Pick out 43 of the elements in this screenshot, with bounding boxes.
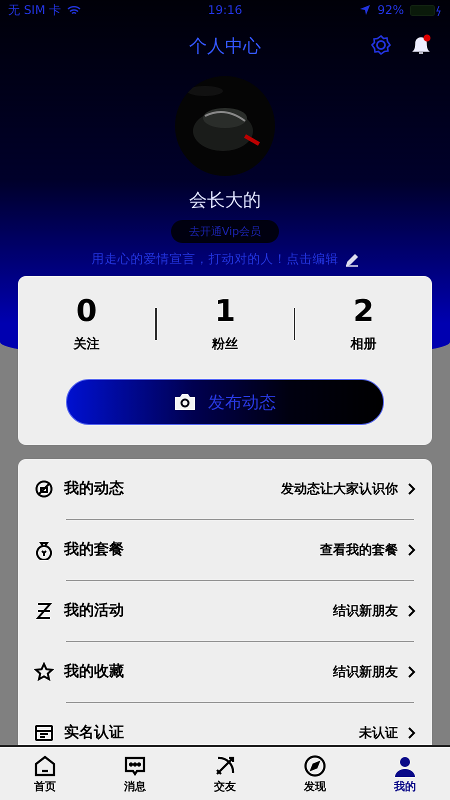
star-icon — [34, 662, 54, 682]
chevron-right-icon — [408, 666, 416, 678]
menu-item-hint: 未认证 — [359, 724, 398, 742]
menu-item-label[interactable]: 我的套餐 — [64, 540, 310, 560]
menu-item-label[interactable]: 实名认证 — [64, 723, 349, 742]
compass-icon — [303, 754, 327, 778]
id-card-icon — [34, 722, 54, 743]
chevron-right-icon — [408, 604, 416, 617]
navigation-icon — [359, 4, 372, 16]
menu-item-hint: 结识新朋友 — [333, 602, 398, 620]
notification-bell-icon[interactable] — [410, 34, 432, 56]
menu-item-hint: 发动态让大家认识你 — [281, 480, 398, 498]
tab-bar-item[interactable]: 首页 — [0, 747, 90, 800]
chevron-right-icon — [408, 544, 416, 556]
page-title: 个人中心 — [189, 35, 261, 58]
clock-text: 19:16 — [208, 3, 242, 17]
pencil-icon[interactable] — [344, 252, 358, 266]
camera-off-icon — [34, 478, 54, 499]
home-icon — [33, 754, 57, 778]
stat-label[interactable]: 关注 — [74, 335, 100, 353]
chevron-right-icon — [408, 726, 416, 739]
tab-bar-item[interactable]: 消息 — [90, 747, 180, 800]
menu-item-hint: 结识新朋友 — [333, 664, 398, 681]
battery-percentage: 92% — [377, 3, 404, 17]
menu-item-label[interactable]: 我的收藏 — [64, 662, 323, 682]
tab-bar-item[interactable]: 交友 — [180, 747, 270, 800]
wifi-icon — [67, 4, 82, 16]
battery-icon — [410, 4, 442, 16]
stat-count[interactable]: 2 — [353, 294, 374, 329]
settings-icon[interactable] — [370, 34, 392, 56]
camera-icon — [174, 393, 196, 411]
tab-bar-item[interactable]: 发现 — [270, 747, 360, 800]
tab-bar-item[interactable]: 我的 — [360, 747, 450, 800]
stat-label[interactable]: 粉丝 — [212, 335, 238, 353]
user-name: 会长大的 — [189, 189, 261, 212]
stat-label[interactable]: 相册 — [350, 335, 376, 353]
carrier-text: 无 SIM 卡 — [8, 2, 62, 18]
menu-item-label[interactable]: 我的活动 — [64, 601, 323, 620]
stat-count[interactable]: 1 — [214, 294, 236, 329]
menu-item-hint: 查看我的套餐 — [320, 542, 398, 559]
chevron-right-icon — [408, 482, 416, 495]
stat-count[interactable]: 0 — [76, 294, 97, 329]
menu-item-label[interactable]: 我的动态 — [64, 479, 271, 498]
